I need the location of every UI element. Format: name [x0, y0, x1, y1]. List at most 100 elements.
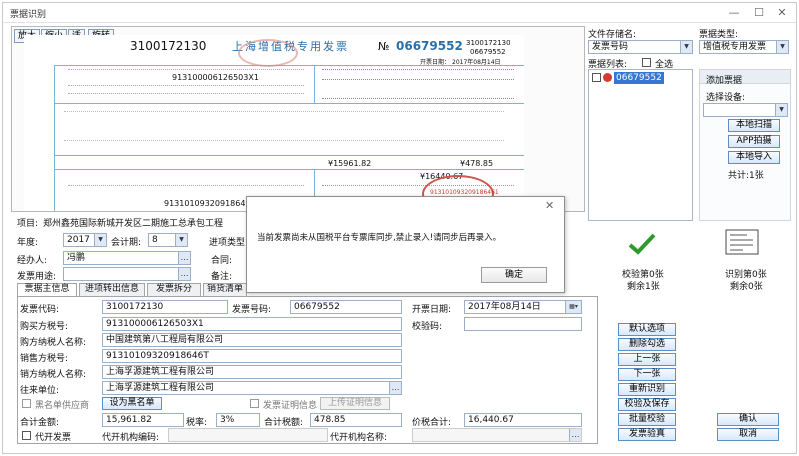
- partner-field[interactable]: 上海孚源建筑工程有限公司 …: [102, 381, 402, 395]
- buyer-tax-label: 购买方税号:: [20, 322, 69, 332]
- seller-name-label: 销方纳税人名称:: [20, 370, 87, 380]
- buyer-name-label: 购方纳税人名称:: [20, 338, 87, 348]
- window-title: 票据识别: [10, 10, 47, 20]
- upload-cert-button[interactable]: 上传证明信息: [320, 397, 390, 410]
- delete-checked-button[interactable]: 删除勾选: [618, 338, 676, 351]
- next-button[interactable]: 下一张: [618, 368, 676, 381]
- invoice-number-print: 06679552: [396, 39, 463, 53]
- tab-split[interactable]: 发票拆分: [147, 283, 201, 296]
- buyer-name-field[interactable]: 中国建筑第八工程局有限公司: [102, 333, 402, 347]
- title-bar: 票据识别 — ☐ ✕: [3, 3, 796, 23]
- dialog-ok-button[interactable]: 确定: [481, 267, 547, 283]
- amount-field[interactable]: 15,961.82: [102, 413, 184, 427]
- seller-tax-field[interactable]: 91310109320918646T: [102, 349, 402, 363]
- invoice-list: 06679552: [588, 69, 693, 221]
- local-import-button[interactable]: 本地导入: [728, 151, 780, 164]
- device-select[interactable]: ▼: [703, 103, 788, 117]
- chevron-down-icon: ▼: [94, 234, 106, 246]
- invoice-type-select[interactable]: 增值税专用发票 ▼: [699, 40, 789, 54]
- agent-code-label: 代开机构编码:: [102, 433, 160, 443]
- seller-name-field[interactable]: 上海孚源建筑工程有限公司: [102, 365, 402, 379]
- ellipsis-icon[interactable]: …: [178, 252, 190, 264]
- tab-main-info[interactable]: 票据主信息: [17, 283, 77, 297]
- add-invoice-panel: 添加票据 选择设备: ▼ 本地扫描 APP拍摄 本地导入 共计:1张: [699, 69, 791, 221]
- invoice-type-label: 票据类型:: [699, 30, 739, 40]
- total-field[interactable]: 16,440.67: [464, 413, 582, 427]
- set-blacklist-button[interactable]: 设为黑名单: [102, 397, 162, 410]
- usage-label: 发票用途:: [17, 272, 57, 282]
- total-count: 共计:1张: [728, 171, 764, 181]
- handler-field[interactable]: 冯鹏 …: [63, 251, 191, 265]
- invoice-code-field[interactable]: 3100172130: [102, 300, 228, 314]
- tax-print: ¥478.85: [460, 159, 494, 168]
- check-icon: [628, 233, 656, 255]
- blacklist-checkbox[interactable]: [22, 399, 31, 408]
- agent-name-label: 代开机构名称:: [330, 433, 388, 443]
- date-label: 开票日期:: [412, 305, 452, 315]
- verify-save-button[interactable]: 校验及保存: [618, 398, 676, 411]
- cert-label: 发票证明信息: [263, 401, 318, 411]
- verify-remaining: 剩余1张: [627, 282, 660, 292]
- calendar-icon[interactable]: ▦▾: [565, 301, 581, 313]
- period-label: 会计期:: [111, 238, 142, 248]
- minimize-button[interactable]: —: [723, 5, 745, 20]
- tax-rate-field[interactable]: 3%: [216, 413, 260, 427]
- invoice-image-pane: 放大 缩小 适 旋转 3100172130 上海增值税专用发票 № 066795…: [11, 26, 585, 212]
- date-field[interactable]: 2017年08月14日 ▦▾: [464, 300, 582, 314]
- tab-transfer-out[interactable]: 进项转出信息: [79, 283, 145, 296]
- agent-name-field[interactable]: …: [412, 428, 582, 442]
- cert-checkbox[interactable]: [250, 399, 259, 408]
- ellipsis-icon[interactable]: …: [178, 268, 190, 280]
- file-name-label: 文件存储名:: [588, 30, 637, 40]
- tax-total-field[interactable]: 478.85: [310, 413, 402, 427]
- invoice-no-field[interactable]: 06679552: [290, 300, 402, 314]
- chevron-down-icon: ▼: [776, 41, 788, 53]
- amount-print: ¥15961.82: [328, 159, 372, 168]
- select-all-checkbox[interactable]: [642, 58, 651, 67]
- cancel-button[interactable]: 取消: [717, 428, 779, 441]
- local-scan-button[interactable]: 本地扫描: [728, 119, 780, 132]
- list-item[interactable]: 06679552: [591, 72, 671, 84]
- total-label: 价税合计:: [412, 418, 452, 428]
- close-button[interactable]: ✕: [771, 5, 793, 20]
- dialog-close-button[interactable]: ✕: [545, 199, 554, 212]
- invoice-no-label: 发票号码:: [232, 305, 272, 315]
- agent-checkbox[interactable]: [22, 431, 31, 440]
- invoice-code-print: 3100172130: [130, 39, 207, 53]
- default-options-button[interactable]: 默认选项: [618, 323, 676, 336]
- add-invoice-title: 添加票据: [706, 76, 743, 86]
- check-code-field[interactable]: [464, 317, 582, 331]
- prev-button[interactable]: 上一张: [618, 353, 676, 366]
- agent-code-field[interactable]: [168, 428, 328, 442]
- invoice-check-button[interactable]: 发票验真: [618, 428, 676, 441]
- tax-total-label: 合计税额:: [264, 418, 304, 428]
- ellipsis-icon[interactable]: …: [389, 382, 401, 394]
- tax-bureau-seal: [238, 39, 298, 67]
- confirm-button[interactable]: 确认: [717, 413, 779, 426]
- warning-dialog: ✕ 当前发票尚未从国税平台专票库同步,禁止录入!请同步后再录入。 确定: [246, 196, 565, 293]
- side-code-print: 3100172130: [466, 39, 511, 47]
- period-select[interactable]: 8 ▼: [148, 233, 188, 247]
- file-name-select[interactable]: 发票号码 ▼: [588, 40, 693, 54]
- batch-verify-button[interactable]: 批量校验: [618, 413, 676, 426]
- app-capture-button[interactable]: APP拍摄: [728, 135, 780, 148]
- dialog-message: 当前发票尚未从国税平台专票库同步,禁止录入!请同步后再录入。: [257, 233, 502, 243]
- buyer-tax-field[interactable]: 913100006126503X1: [102, 317, 402, 331]
- amount-label: 合计金额:: [20, 418, 60, 428]
- invoice-code-label: 发票代码:: [20, 305, 60, 315]
- re-recognize-button[interactable]: 重新识别: [618, 383, 676, 396]
- agent-label: 代开发票: [35, 433, 72, 443]
- handler-label: 经办人:: [17, 256, 48, 266]
- no-sign: №: [378, 40, 390, 53]
- usage-field[interactable]: …: [63, 267, 191, 281]
- ellipsis-icon[interactable]: …: [569, 429, 581, 441]
- maximize-button[interactable]: ☐: [748, 5, 770, 20]
- contract-label: 合同:: [211, 256, 233, 266]
- error-icon: [603, 73, 612, 82]
- list-item-checkbox[interactable]: [592, 73, 601, 82]
- tab-sales-list[interactable]: 销货清单: [203, 283, 247, 296]
- chevron-down-icon: ▼: [680, 41, 692, 53]
- invoice-scan-icon: [725, 229, 759, 255]
- list-item-label: 06679552: [614, 72, 664, 84]
- year-select[interactable]: 2017 ▼: [63, 233, 107, 247]
